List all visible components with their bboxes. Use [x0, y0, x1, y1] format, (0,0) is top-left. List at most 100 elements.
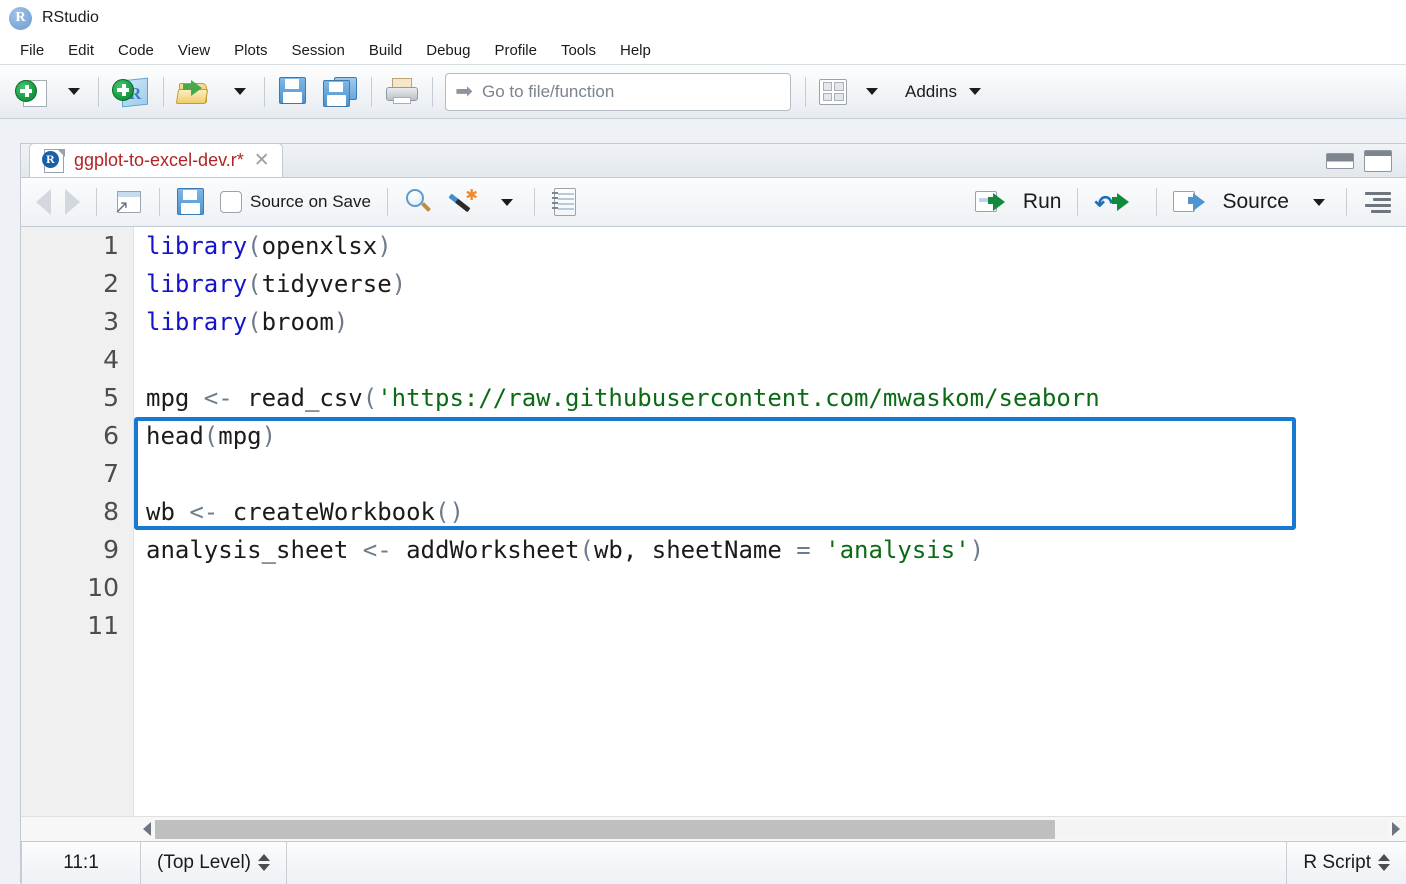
print-button[interactable] — [378, 73, 426, 111]
code-token: ( — [247, 232, 262, 260]
chevron-down-icon — [968, 88, 981, 95]
open-file-dropdown[interactable] — [222, 73, 258, 111]
code-line[interactable] — [146, 569, 1406, 607]
menu-item-build[interactable]: Build — [357, 40, 414, 61]
run-label: Run — [1022, 190, 1062, 213]
save-button[interactable] — [271, 73, 315, 111]
code-line[interactable]: wb <- createWorkbook() — [146, 493, 1406, 531]
code-token: ) — [261, 422, 277, 450]
minimize-icon[interactable] — [1326, 153, 1354, 169]
code-lines[interactable]: library(openxlsx) library(tidyverse) libra… — [134, 227, 1406, 816]
code-line[interactable] — [146, 607, 1406, 645]
code-token: mpg — [218, 422, 262, 450]
maximize-icon[interactable] — [1364, 150, 1392, 172]
source-dropdown[interactable] — [1296, 182, 1337, 222]
line-number: 11 — [87, 611, 119, 640]
scroll-right-icon[interactable] — [1392, 822, 1400, 836]
close-icon[interactable]: ✕ — [252, 151, 272, 170]
menu-item-debug[interactable]: Debug — [414, 40, 482, 61]
menu-item-code[interactable]: Code — [106, 40, 166, 61]
show-in-new-window-icon: ↗ — [113, 189, 143, 217]
line-number: 3 — [103, 307, 119, 336]
toolbar-divider-5 — [432, 76, 433, 107]
code-line[interactable]: library(openxlsx) — [146, 227, 1406, 265]
rstudio-logo-icon: R — [9, 6, 32, 30]
code-token: openxlsx — [261, 232, 378, 260]
up-down-stepper-icon — [258, 854, 270, 871]
run-icon — [974, 189, 1017, 215]
line-number: 9 — [103, 535, 119, 564]
code-token: ) — [333, 308, 349, 336]
code-token: createWorkbook — [218, 498, 436, 526]
open-folder-icon — [175, 77, 215, 107]
code-token: = — [796, 536, 811, 564]
code-token: tidyverse — [261, 270, 392, 298]
scrollbar-track[interactable] — [155, 819, 1388, 839]
save-all-button[interactable] — [315, 73, 365, 111]
line-number-gutter: 1 2 3 4 5 6 7 8 9 10 11 — [21, 227, 134, 816]
r-file-icon: R — [42, 148, 66, 174]
app-title: RStudio — [42, 9, 99, 26]
new-file-dropdown[interactable] — [56, 73, 92, 111]
editor-divider-7 — [1346, 188, 1347, 216]
menu-item-plots[interactable]: Plots — [222, 40, 279, 61]
show-in-new-window-button[interactable]: ↗ — [106, 182, 150, 222]
editor-tab-ggplot-to-excel-dev[interactable]: R ggplot-to-excel-dev.r* ✕ — [29, 143, 283, 177]
pane-layout-button[interactable] — [812, 73, 854, 111]
addins-button[interactable]: Addins — [890, 73, 993, 111]
back-button[interactable] — [29, 182, 58, 222]
code-editor[interactable]: 1 2 3 4 5 6 7 8 9 10 11 library(openxlsx… — [21, 227, 1406, 816]
menu-item-help[interactable]: Help — [608, 40, 663, 61]
horizontal-scrollbar[interactable] — [21, 816, 1406, 841]
rerun-icon: ↶ — [1094, 189, 1140, 216]
line-number: 2 — [103, 269, 119, 298]
editor-save-button[interactable] — [169, 182, 213, 222]
forward-button[interactable] — [58, 182, 87, 222]
code-line[interactable]: mpg <- read_csv('https://raw.githubuserc… — [146, 379, 1406, 417]
menu-item-session[interactable]: Session — [280, 40, 357, 61]
new-project-button[interactable]: R — [105, 73, 157, 111]
menu-item-profile[interactable]: Profile — [482, 40, 549, 61]
up-down-stepper-icon — [1378, 854, 1390, 871]
code-line[interactable] — [146, 455, 1406, 493]
document-outline-button[interactable] — [1356, 182, 1398, 222]
toolbar-divider-1 — [98, 76, 99, 107]
code-line[interactable]: library(broom) — [146, 303, 1406, 341]
compile-report-button[interactable] — [544, 182, 585, 222]
code-line[interactable]: library(tidyverse) — [146, 265, 1406, 303]
menu-item-view[interactable]: View — [166, 40, 222, 61]
goto-arrow-icon: ➡ — [455, 80, 473, 103]
source-on-save-checkbox[interactable]: Source on Save — [213, 182, 378, 222]
menu-item-tools[interactable]: Tools — [549, 40, 608, 61]
open-file-button[interactable] — [170, 73, 222, 111]
pane-layout-dropdown[interactable] — [854, 73, 890, 111]
run-button[interactable]: Run — [968, 182, 1069, 222]
find-replace-button[interactable] — [397, 182, 441, 222]
scope-selector[interactable]: (Top Level) — [141, 842, 286, 884]
rerun-button[interactable]: ↶ — [1087, 182, 1147, 222]
editor-divider-2 — [159, 188, 160, 216]
scroll-left-icon[interactable] — [143, 822, 151, 836]
menu-item-file[interactable]: File — [8, 40, 56, 61]
file-type-selector[interactable]: R Script — [1287, 842, 1406, 884]
line-number: 4 — [103, 345, 119, 374]
scrollbar-thumb[interactable] — [155, 819, 1055, 839]
toolbar-divider-6 — [805, 76, 806, 107]
code-line[interactable]: head(mpg) — [146, 417, 1406, 455]
code-line[interactable]: analysis_sheet <- addWorksheet(wb, sheet… — [146, 531, 1406, 569]
menu-item-edit[interactable]: Edit — [56, 40, 106, 61]
chevron-down-icon — [866, 88, 878, 95]
toolbar-divider-2 — [163, 76, 164, 107]
new-file-button[interactable] — [8, 73, 56, 111]
code-tools-dropdown[interactable] — [489, 182, 525, 222]
cursor-position: 11:1 — [63, 851, 99, 873]
goto-file-function-input[interactable]: ➡ Go to file/function — [445, 72, 791, 111]
source-button[interactable]: Source — [1166, 182, 1296, 222]
line-number: 5 — [103, 383, 119, 412]
code-line[interactable] — [146, 341, 1406, 379]
checkbox-icon — [220, 191, 242, 213]
code-tools-button[interactable]: ✱ — [441, 182, 489, 222]
main-toolbar: R ➡ Go to file/function Addins — [0, 65, 1406, 119]
editor-toolbar: ↗ Source on Save ✱ Run ↶ Source — [21, 178, 1406, 227]
